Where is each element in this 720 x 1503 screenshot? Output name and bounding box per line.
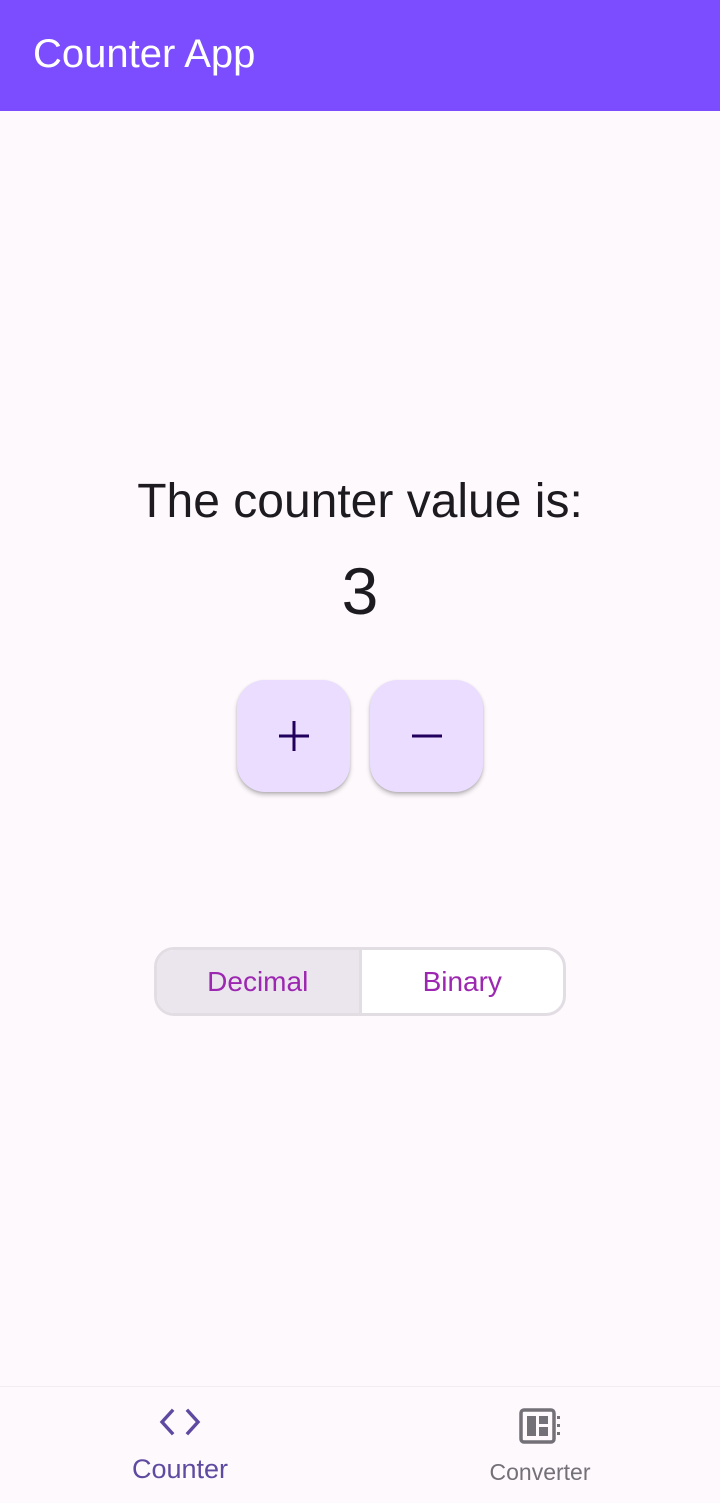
dashboard-icon xyxy=(519,1408,560,1444)
increment-button[interactable] xyxy=(237,680,350,792)
nav-item-converter[interactable]: Converter xyxy=(360,1387,720,1503)
nav-item-counter[interactable]: Counter xyxy=(0,1387,360,1503)
segment-decimal[interactable]: Decimal xyxy=(157,950,359,1013)
nav-label-counter: Counter xyxy=(131,1454,229,1484)
app-bar: Counter App xyxy=(0,0,720,111)
number-format-toggle: Decimal Binary xyxy=(154,947,566,1016)
code-icon xyxy=(159,1408,201,1436)
counter-value: 3 xyxy=(341,554,379,628)
nav-label-converter: Converter xyxy=(489,1459,591,1485)
segment-binary[interactable]: Binary xyxy=(362,950,564,1013)
decrement-button[interactable] xyxy=(370,680,483,792)
minus-icon xyxy=(411,734,442,738)
counter-label: The counter value is: xyxy=(137,475,583,528)
bottom-navigation: Counter Converter xyxy=(0,1386,720,1502)
plus-icon xyxy=(278,721,309,751)
app-title: Counter App xyxy=(33,32,256,76)
